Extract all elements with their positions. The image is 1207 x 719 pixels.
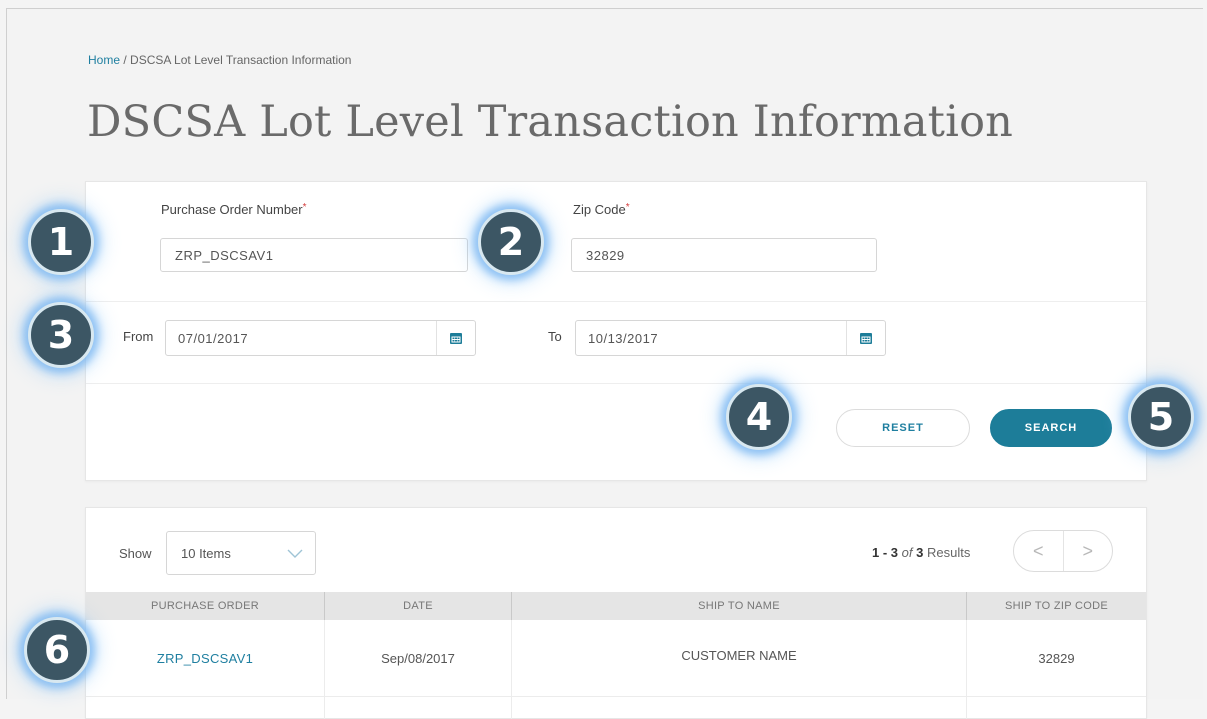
- column-header-purchase-order[interactable]: PURCHASE ORDER: [86, 592, 324, 620]
- cell-date: Sep/08/2017: [324, 620, 511, 696]
- step-badge-3: 3: [28, 302, 94, 368]
- from-date-field[interactable]: [165, 320, 476, 356]
- breadcrumb-current: DSCSA Lot Level Transaction Information: [130, 53, 352, 67]
- cell-ship-to-name: CUSTOMER NAME: [511, 620, 966, 696]
- table-header: PURCHASE ORDER DATE SHIP TO NAME SHIP TO…: [86, 592, 1146, 620]
- page-title: DSCSA Lot Level Transaction Information: [87, 97, 1014, 147]
- page-size-select[interactable]: 10 Items: [166, 531, 316, 575]
- breadcrumb-home-link[interactable]: Home: [88, 53, 120, 67]
- required-marker: *: [302, 202, 307, 213]
- reset-button[interactable]: RESET: [836, 409, 970, 447]
- show-label: Show: [119, 546, 152, 561]
- step-badge-1: 1: [28, 209, 94, 275]
- table-row: ZRP_DSCSAV1 Sep/08/2017 CUSTOMER NAME 32…: [86, 620, 1146, 696]
- column-header-ship-to-name[interactable]: SHIP TO NAME: [511, 592, 966, 620]
- form-divider: [86, 301, 1146, 302]
- from-label: From: [123, 329, 154, 344]
- results-total: 3: [916, 545, 924, 560]
- po-number-input[interactable]: [160, 238, 468, 272]
- required-marker: *: [625, 202, 630, 213]
- cell-ship-to-zip: 32829: [966, 620, 1146, 696]
- search-form-card: Purchase Order Number* Zip Code* From To…: [85, 181, 1147, 481]
- results-of: of: [901, 545, 913, 560]
- search-button[interactable]: SEARCH: [990, 409, 1112, 447]
- pagination: < >: [1013, 530, 1113, 572]
- table-row: [86, 696, 1146, 719]
- prev-page-button[interactable]: <: [1014, 531, 1063, 571]
- form-divider: [86, 383, 1146, 384]
- po-number-label-text: Purchase Order Number: [161, 202, 303, 217]
- purchase-order-link[interactable]: ZRP_DSCSAV1: [157, 651, 253, 666]
- chevron-down-icon: [287, 546, 303, 564]
- po-number-label: Purchase Order Number*: [161, 202, 307, 217]
- column-header-date[interactable]: DATE: [324, 592, 511, 620]
- table-cell: [324, 697, 511, 719]
- table-cell: [511, 697, 966, 719]
- zip-code-input[interactable]: [571, 238, 877, 272]
- table-cell: [86, 697, 324, 719]
- calendar-icon[interactable]: [436, 321, 475, 355]
- next-page-button[interactable]: >: [1062, 531, 1113, 571]
- to-label: To: [548, 329, 562, 344]
- calendar-icon[interactable]: [846, 321, 885, 355]
- from-date-input[interactable]: [166, 321, 435, 355]
- zip-code-label: Zip Code*: [573, 202, 630, 217]
- to-date-field[interactable]: [575, 320, 886, 356]
- table-cell: [966, 697, 1146, 719]
- step-badge-4: 4: [726, 384, 792, 450]
- results-count: 1 - 3 of 3 Results: [872, 545, 970, 560]
- to-date-input[interactable]: [576, 321, 845, 355]
- page-size-value: 10 Items: [181, 546, 231, 561]
- breadcrumb: Home / DSCSA Lot Level Transaction Infor…: [88, 53, 351, 67]
- cell-purchase-order: ZRP_DSCSAV1: [86, 620, 324, 696]
- step-badge-2: 2: [478, 209, 544, 275]
- zip-code-label-text: Zip Code: [573, 202, 626, 217]
- results-card: Show 10 Items 1 - 3 of 3 Results < > PUR…: [85, 507, 1147, 719]
- step-badge-5: 5: [1128, 384, 1194, 450]
- results-range: 1 - 3: [872, 545, 899, 560]
- results-word: Results: [926, 545, 971, 560]
- breadcrumb-separator: /: [120, 53, 131, 67]
- step-badge-6: 6: [24, 617, 90, 683]
- page-frame: Home / DSCSA Lot Level Transaction Infor…: [6, 8, 1203, 719]
- column-header-ship-to-zip[interactable]: SHIP TO ZIP CODE: [966, 592, 1146, 620]
